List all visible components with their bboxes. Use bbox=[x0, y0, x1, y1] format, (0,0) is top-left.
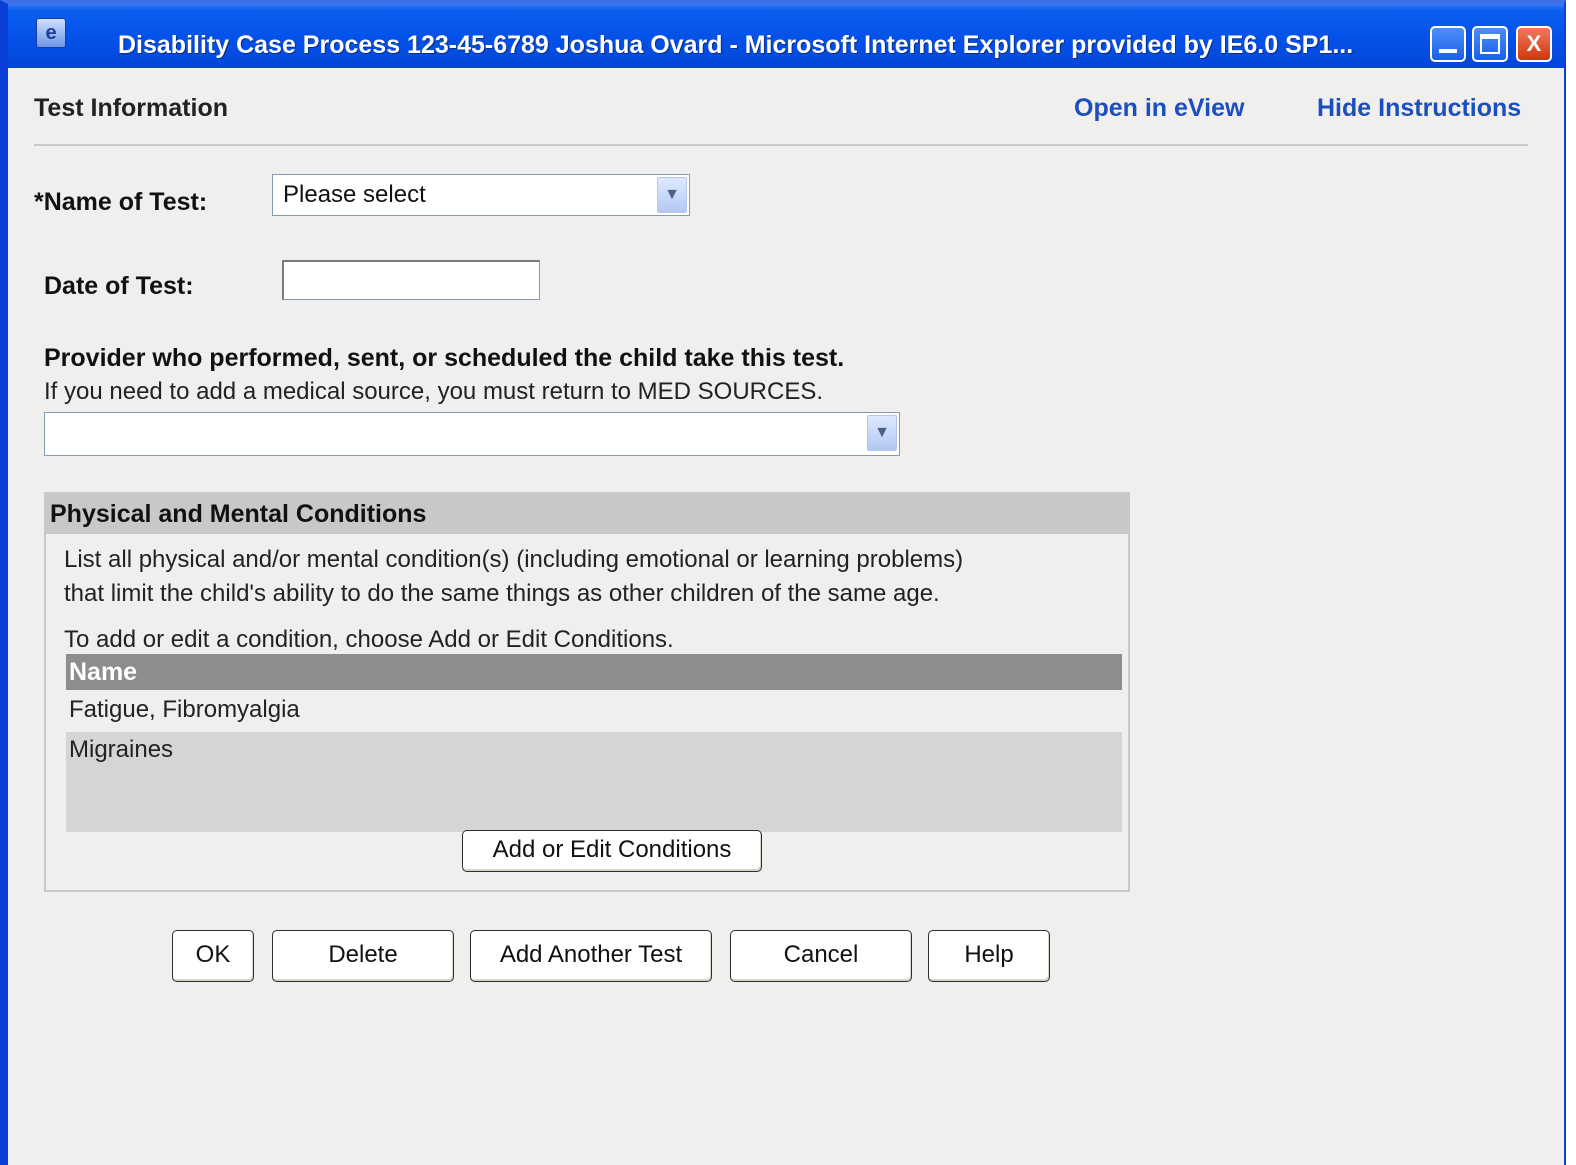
name-of-test-value: Please select bbox=[283, 181, 426, 208]
ie-icon: e bbox=[36, 18, 66, 48]
conditions-description-line1: List all physical and/or mental conditio… bbox=[64, 546, 964, 573]
conditions-panel: Physical and Mental Conditions List all … bbox=[44, 492, 1130, 892]
cancel-button[interactable]: Cancel bbox=[730, 930, 912, 982]
window-title: Disability Case Process 123-45-6789 Josh… bbox=[118, 31, 1354, 59]
add-another-test-button[interactable]: Add Another Test bbox=[470, 930, 712, 982]
ie-window: e Disability Case Process 123-45-6789 Jo… bbox=[0, 0, 1566, 1165]
open-in-eview-link[interactable]: Open in eView bbox=[1074, 94, 1244, 123]
table-row[interactable]: Migraines bbox=[66, 732, 1122, 832]
provider-hint: If you need to add a medical source, you… bbox=[44, 378, 824, 405]
date-of-test-label: Date of Test: bbox=[44, 272, 194, 300]
title-bar[interactable]: e Disability Case Process 123-45-6789 Jo… bbox=[8, 4, 1564, 68]
name-of-test-label: *Name of Test: bbox=[34, 188, 208, 216]
ok-button[interactable]: OK bbox=[172, 930, 254, 982]
chevron-down-icon[interactable]: ▼ bbox=[657, 177, 687, 213]
maximize-button[interactable] bbox=[1472, 26, 1508, 62]
chevron-down-icon[interactable]: ▼ bbox=[867, 415, 897, 451]
provider-label: Provider who performed, sent, or schedul… bbox=[44, 344, 845, 372]
conditions-description-line2: that limit the child's ability to do the… bbox=[64, 580, 940, 607]
add-or-edit-conditions-button[interactable]: Add or Edit Conditions bbox=[462, 830, 762, 872]
hide-instructions-link[interactable]: Hide Instructions bbox=[1317, 94, 1521, 123]
name-of-test-select[interactable]: Please select ▼ bbox=[272, 174, 690, 216]
table-row[interactable]: Fatigue, Fibromyalgia bbox=[66, 690, 1122, 732]
date-of-test-input[interactable] bbox=[282, 260, 540, 300]
column-header-name: Name bbox=[66, 654, 1122, 690]
conditions-table: Name Fatigue, Fibromyalgia Migraines bbox=[66, 654, 1122, 832]
conditions-instruction: To add or edit a condition, choose Add o… bbox=[64, 626, 674, 653]
delete-button[interactable]: Delete bbox=[272, 930, 454, 982]
header-divider bbox=[34, 144, 1528, 146]
close-button[interactable]: X bbox=[1516, 26, 1552, 62]
minimize-button[interactable] bbox=[1430, 26, 1466, 62]
conditions-heading: Physical and Mental Conditions bbox=[46, 494, 1128, 534]
provider-select[interactable]: ▼ bbox=[44, 412, 900, 456]
page-content: Test Information Open in eView Hide Inst… bbox=[8, 68, 1564, 1165]
page-title: Test Information bbox=[34, 94, 228, 122]
help-button[interactable]: Help bbox=[928, 930, 1050, 982]
